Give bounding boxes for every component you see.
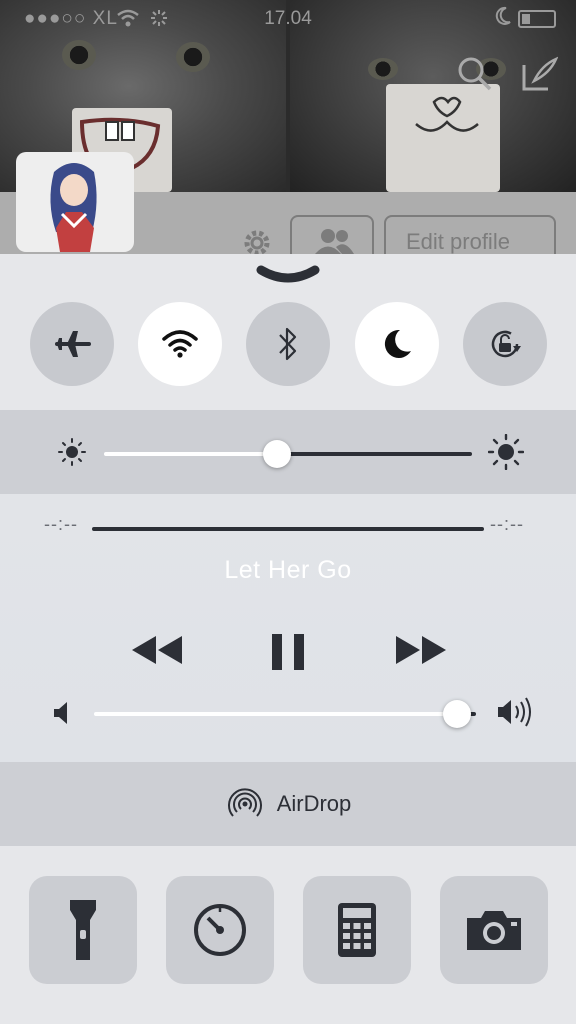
paper-drawing — [386, 84, 500, 192]
brightness-slider-knob[interactable] — [263, 440, 291, 468]
remaining-time: --:-- — [490, 514, 524, 534]
airplane-mode-toggle[interactable] — [30, 302, 114, 386]
volume-slider[interactable] — [94, 700, 476, 728]
volume-high-icon — [498, 697, 531, 727]
dnd-status-icon — [495, 6, 511, 25]
brightness-slider-fill — [104, 452, 277, 456]
brightness-section — [0, 410, 576, 494]
compose-icon[interactable] — [520, 55, 558, 93]
grabber-chevron-icon[interactable] — [255, 264, 321, 286]
timer-button[interactable] — [166, 876, 274, 984]
cat-eye — [62, 40, 96, 70]
screen: ●●●○○ XL 17.04 Edit profile --:-- --:-- … — [0, 0, 576, 1024]
camera-button[interactable] — [440, 876, 548, 984]
track-progress-bar[interactable] — [92, 527, 484, 531]
flashlight-icon — [70, 900, 96, 960]
camera-icon — [467, 911, 521, 950]
elapsed-time: --:-- — [44, 514, 78, 534]
music-section: --:-- --:-- Let Her Go — [0, 494, 576, 762]
rotation-lock-toggle[interactable] — [463, 302, 547, 386]
cat-eye — [176, 42, 210, 72]
flashlight-button[interactable] — [29, 876, 137, 984]
people-icon — [315, 229, 354, 254]
bluetooth-icon — [279, 327, 297, 361]
do-not-disturb-toggle[interactable] — [355, 302, 439, 386]
toggle-row — [0, 302, 576, 388]
header-icons — [456, 55, 558, 93]
bluetooth-toggle[interactable] — [246, 302, 330, 386]
airplane-icon — [55, 331, 91, 357]
background-app: ●●●○○ XL 17.04 Edit profile — [0, 0, 576, 265]
brightness-low-icon — [58, 438, 86, 466]
brightness-slider[interactable] — [104, 440, 472, 468]
wifi-toggle[interactable] — [138, 302, 222, 386]
shortcut-row — [0, 876, 576, 986]
wifi-icon — [162, 330, 198, 358]
song-title: Let Her Go — [224, 556, 352, 584]
rewind-button[interactable] — [130, 634, 184, 666]
rotation-lock-icon — [491, 330, 521, 358]
airdrop-button[interactable]: AirDrop — [0, 762, 576, 846]
cat-eye — [368, 58, 398, 80]
volume-slider-knob[interactable] — [443, 700, 471, 728]
search-icon[interactable] — [456, 55, 494, 93]
volume-slider-fill — [94, 712, 457, 716]
calculator-icon — [338, 903, 376, 957]
avatar[interactable] — [16, 152, 134, 252]
fast-forward-button[interactable] — [394, 634, 448, 666]
status-time: 17.04 — [264, 8, 312, 29]
battery-icon — [518, 10, 556, 28]
volume-low-icon — [54, 702, 67, 724]
airdrop-icon — [227, 788, 262, 817]
pause-button[interactable] — [270, 632, 306, 672]
brightness-slider-rest — [277, 452, 472, 456]
airdrop-label: AirDrop — [276, 791, 352, 816]
moon-icon — [384, 329, 411, 358]
timer-icon — [194, 904, 246, 956]
calculator-button[interactable] — [303, 876, 411, 984]
brightness-high-icon — [488, 434, 524, 470]
status-bar: ●●●○○ XL 17.04 — [0, 0, 576, 38]
control-center: --:-- --:-- Let Her Go AirDrop — [0, 254, 576, 1024]
